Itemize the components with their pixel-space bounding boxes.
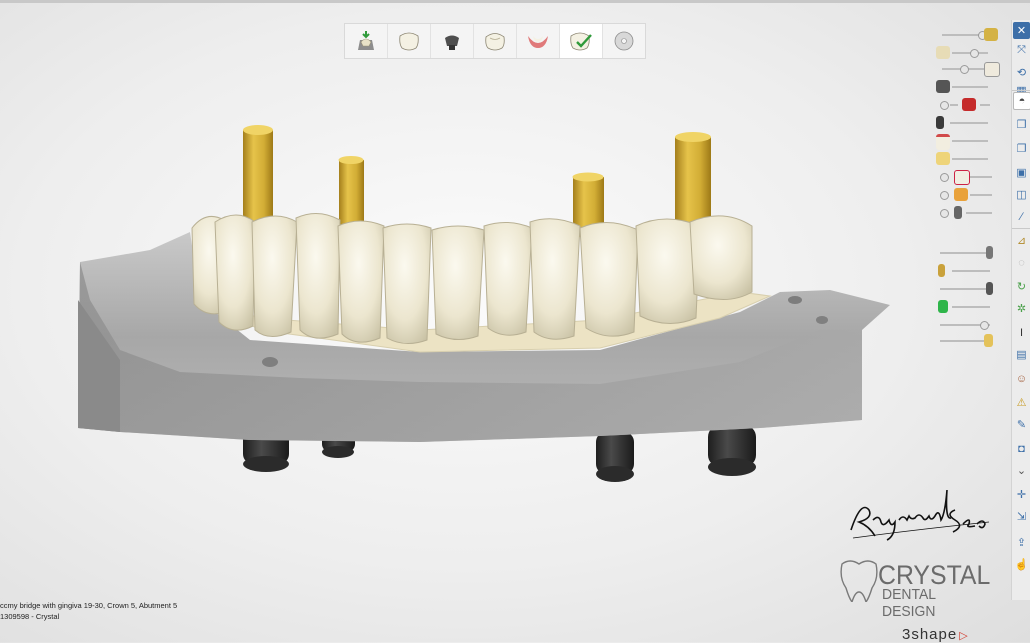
warning-icon[interactable]: ⚠ — [1013, 394, 1030, 411]
slider-row[interactable] — [930, 168, 1000, 186]
vendor-name: 3shape — [902, 626, 958, 643]
gingiva-icon — [528, 36, 548, 48]
measure-icon[interactable]: ⊿ — [1013, 232, 1030, 249]
share-icon[interactable]: ⇪ — [1013, 534, 1030, 551]
layers-icon[interactable]: ❒ — [1013, 116, 1030, 133]
case-status: ccmy bridge with gingiva 19-30, Crown 5,… — [0, 600, 177, 622]
workflow-step-gingiva[interactable] — [517, 24, 560, 58]
settings-icon[interactable]: ✲ — [1013, 300, 1030, 317]
triangle-icon: ▷ — [959, 630, 969, 642]
crosshair-icon[interactable]: ✛ — [1013, 486, 1030, 503]
window-icon[interactable]: ▣ — [1013, 164, 1030, 181]
slider-row[interactable] — [930, 332, 1000, 350]
slider-row[interactable] — [930, 114, 1000, 132]
gingiva-icon — [936, 134, 950, 150]
workflow-step-abutment[interactable] — [431, 24, 474, 58]
slider-row[interactable] — [930, 132, 1000, 150]
view-model-icon[interactable]: ◓ — [1013, 92, 1030, 110]
scanbody-icon — [954, 206, 962, 219]
tooth-icon — [984, 62, 1000, 77]
post-icon — [984, 28, 998, 41]
workflow-step-crown[interactable] — [388, 24, 431, 58]
abutment-icon — [445, 35, 459, 50]
crown-icon — [936, 46, 950, 59]
shape-icon[interactable]: ◌ — [1013, 254, 1030, 271]
slider-row[interactable] — [930, 280, 1000, 298]
patient-face-icon[interactable]: ☺ — [1013, 370, 1030, 387]
close-icon[interactable]: ✕ — [1013, 22, 1030, 39]
3d-viewport[interactable] — [0, 0, 930, 642]
right-tool-column: ✕ ⤧ ⟲ ▦ ◓ ❒ ❐ ▣ ◫ ∕ ⊿ ◌ ↻ ✲ I ▤ ☺ ⚠ ✎ ◘ … — [1011, 20, 1030, 600]
refresh-icon[interactable]: ↻ — [1013, 278, 1030, 295]
disc-icon — [614, 31, 634, 51]
crystal-dental-design-logo: CRYSTAL DENTAL DESIGN — [838, 558, 998, 620]
pin-icon — [986, 282, 993, 295]
model-icon — [358, 31, 374, 50]
implant-icon — [938, 264, 945, 277]
workflow-step-anatomy[interactable] — [474, 24, 517, 58]
tooth-outline-icon — [840, 560, 878, 602]
abutment-icon — [936, 80, 950, 93]
chevron-down-icon[interactable]: ⌄ — [1013, 462, 1030, 479]
preparation-icon — [936, 152, 950, 165]
visibility-slider-panel — [930, 22, 1000, 352]
camera-icon[interactable]: ◘ — [1013, 440, 1030, 457]
rotate-icon[interactable]: ⟲ — [1013, 64, 1030, 81]
company-tagline: DENTAL DESIGN — [882, 586, 936, 620]
panel-icon[interactable]: ◫ — [1013, 186, 1030, 203]
margin-icon — [962, 98, 976, 111]
slider-row[interactable] — [930, 26, 1000, 44]
workflow-step-model[interactable] — [345, 24, 388, 58]
slider-row[interactable] — [930, 298, 1000, 316]
slider-row[interactable] — [930, 244, 1000, 262]
workflow-toolbar — [344, 23, 646, 59]
wax-icon — [954, 188, 968, 201]
fit-view-icon[interactable]: ⤧ — [1013, 42, 1030, 59]
slider-row[interactable] — [930, 150, 1000, 168]
workflow-step-export[interactable] — [603, 24, 645, 58]
copy-icon[interactable]: ❐ — [1013, 140, 1030, 157]
analog-icon — [936, 116, 944, 129]
3shape-logo: 3shape ▷ — [902, 626, 969, 643]
case-description: ccmy bridge with gingiva 19-30, Crown 5,… — [0, 601, 178, 610]
align-icon[interactable]: ⇲ — [1013, 508, 1030, 525]
slider-row[interactable] — [930, 186, 1000, 204]
raymond-seo-signature — [850, 490, 990, 541]
text-icon[interactable]: I — [1013, 324, 1030, 341]
bridge-model-render — [78, 125, 890, 482]
tooth-check-icon — [570, 32, 592, 51]
workflow-step-check[interactable] — [560, 24, 603, 58]
sculpt-icon[interactable]: ∕ — [1013, 208, 1030, 225]
tooth-crown-icon — [399, 32, 419, 51]
slider-row[interactable] — [930, 262, 1000, 280]
package-icon[interactable]: ▤ — [1013, 346, 1030, 363]
finger-icon[interactable]: ☝ — [1013, 556, 1030, 573]
slider-row[interactable] — [930, 204, 1000, 222]
link-icon — [984, 334, 993, 347]
case-id: 1309598 - Crystal — [0, 612, 60, 621]
screw-icon — [986, 246, 993, 259]
green-marker-icon — [938, 300, 948, 313]
slider-row[interactable] — [930, 60, 1000, 78]
antagonist-icon — [954, 170, 970, 185]
notes-icon[interactable]: ✎ — [1013, 416, 1030, 433]
slider-row[interactable] — [930, 78, 1000, 96]
tooth-anatomy-icon — [485, 33, 505, 51]
slider-row[interactable] — [930, 96, 1000, 114]
